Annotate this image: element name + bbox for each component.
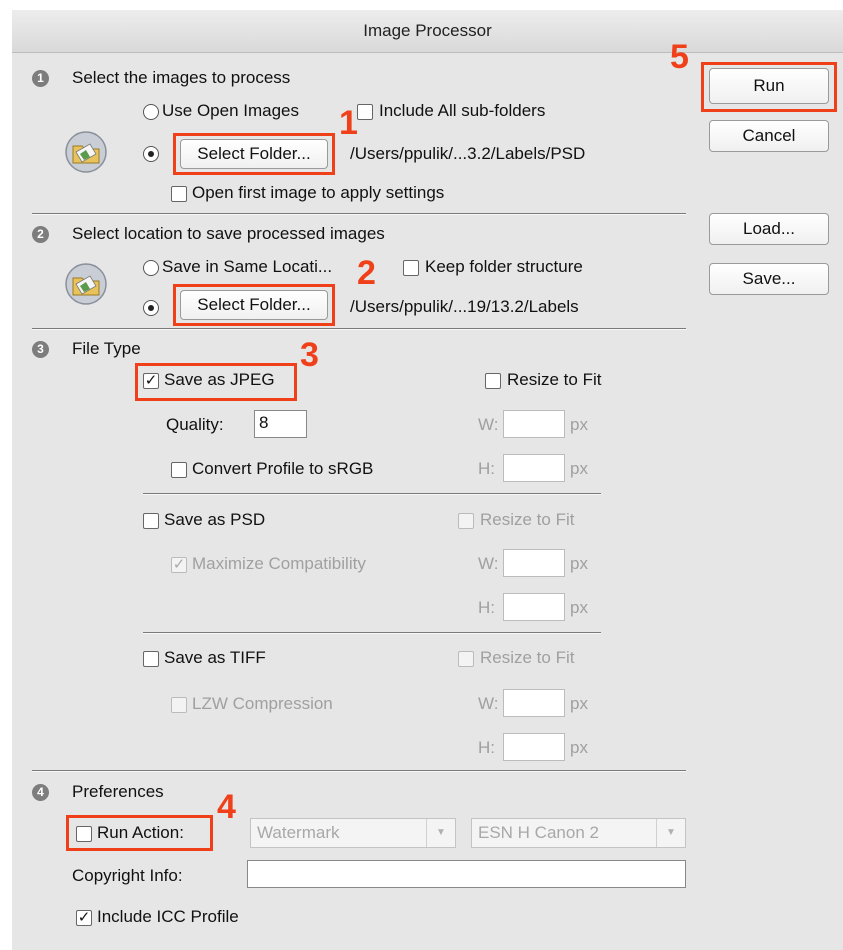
open-first-image-checkbox[interactable] — [171, 186, 187, 202]
lzw-compression-checkbox[interactable] — [171, 697, 187, 713]
jpeg-width-label: W: — [478, 415, 499, 434]
tiff-height-unit: px — [570, 738, 588, 757]
divider — [32, 328, 686, 330]
jpeg-resize-label: Resize to Fit — [507, 370, 602, 389]
include-icc-checkbox[interactable]: ✓ — [76, 910, 92, 926]
highlight-box-2 — [173, 284, 335, 326]
section-4-number: 4 — [32, 784, 49, 801]
dialog-title: Image Processor — [12, 10, 843, 53]
maximize-compatibility-label: Maximize Compatibility — [192, 554, 366, 573]
divider — [143, 632, 601, 634]
tiff-width-unit: px — [570, 694, 588, 713]
quality-input[interactable]: 8 — [254, 410, 307, 438]
include-subfolders-checkbox[interactable] — [357, 104, 373, 120]
psd-height-label: H: — [478, 598, 495, 617]
section-1-number: 1 — [32, 70, 49, 87]
save-same-location-label: Save in Same Locati... — [162, 257, 333, 276]
callout-4: 4 — [217, 788, 236, 826]
select-folder-destination-radio[interactable] — [143, 300, 159, 316]
save-as-tiff-label: Save as TIFF — [164, 648, 266, 667]
source-folder-path: /Users/ppulik/...3.2/Labels/PSD — [350, 144, 586, 163]
callout-5: 5 — [670, 38, 689, 76]
action-set-value: Watermark — [257, 823, 340, 842]
callout-2: 2 — [357, 254, 376, 292]
use-open-images-label: Use Open Images — [162, 101, 300, 120]
load-button[interactable]: Load... — [709, 213, 829, 245]
jpeg-width-input[interactable] — [503, 410, 565, 438]
highlight-box-3 — [135, 363, 297, 401]
save-as-tiff-checkbox[interactable] — [143, 651, 159, 667]
maximize-compatibility-checkbox[interactable]: ✓ — [171, 557, 187, 573]
keep-folder-structure-label: Keep folder structure — [425, 257, 583, 276]
jpeg-resize-checkbox[interactable] — [485, 373, 501, 389]
tiff-resize-label: Resize to Fit — [480, 648, 575, 667]
callout-1: 1 — [339, 104, 358, 142]
jpeg-height-input[interactable] — [503, 454, 565, 482]
psd-resize-label: Resize to Fit — [480, 510, 575, 529]
cancel-button[interactable]: Cancel — [709, 120, 829, 152]
chevron-down-icon: ▼ — [426, 819, 455, 847]
select-folder-source-radio[interactable] — [143, 146, 159, 162]
section-4-title: Preferences — [72, 782, 164, 801]
psd-width-label: W: — [478, 554, 499, 573]
action-value: ESN H Canon 2 — [478, 823, 599, 842]
save-as-psd-checkbox[interactable] — [143, 513, 159, 529]
tiff-height-input[interactable] — [503, 733, 565, 761]
convert-profile-label: Convert Profile to sRGB — [192, 459, 374, 478]
save-same-location-radio[interactable] — [143, 260, 159, 276]
include-subfolders-label: Include All sub-folders — [379, 101, 546, 120]
jpeg-height-label: H: — [478, 459, 495, 478]
save-button[interactable]: Save... — [709, 263, 829, 295]
highlight-box-5 — [701, 62, 837, 112]
lzw-compression-label: LZW Compression — [192, 694, 333, 713]
chevron-down-icon: ▼ — [656, 819, 685, 847]
psd-resize-checkbox[interactable] — [458, 513, 474, 529]
section-2-title: Select location to save processed images — [72, 224, 385, 243]
copyright-label: Copyright Info: — [72, 866, 183, 885]
psd-width-unit: px — [570, 554, 588, 573]
divider — [143, 493, 601, 495]
convert-profile-checkbox[interactable] — [171, 462, 187, 478]
psd-height-input[interactable] — [503, 593, 565, 621]
highlight-box-1 — [173, 133, 335, 175]
use-open-images-radio[interactable] — [143, 104, 159, 120]
section-1-title: Select the images to process — [72, 68, 291, 87]
action-dropdown[interactable]: ESN H Canon 2 ▼ — [471, 818, 686, 848]
destination-folder-path: /Users/ppulik/...19/13.2/Labels — [350, 297, 579, 316]
highlight-box-4 — [66, 815, 213, 851]
save-as-psd-label: Save as PSD — [164, 510, 266, 529]
tiff-width-input[interactable] — [503, 689, 565, 717]
tiff-height-label: H: — [478, 738, 495, 757]
psd-width-input[interactable] — [503, 549, 565, 577]
quality-label: Quality: — [166, 415, 224, 434]
section-3-number: 3 — [32, 341, 49, 358]
callout-3: 3 — [300, 336, 319, 374]
include-icc-label: Include ICC Profile — [97, 907, 239, 926]
jpeg-height-unit: px — [570, 459, 588, 478]
jpeg-width-unit: px — [570, 415, 588, 434]
divider — [32, 770, 686, 772]
copyright-input[interactable] — [247, 860, 686, 888]
action-set-dropdown[interactable]: Watermark ▼ — [250, 818, 456, 848]
section-2-number: 2 — [32, 226, 49, 243]
section-3-title: File Type — [72, 339, 141, 358]
tiff-width-label: W: — [478, 694, 499, 713]
keep-folder-structure-checkbox[interactable] — [403, 260, 419, 276]
psd-height-unit: px — [570, 598, 588, 617]
folder-icon — [65, 263, 107, 305]
tiff-resize-checkbox[interactable] — [458, 651, 474, 667]
open-first-image-label: Open first image to apply settings — [192, 183, 445, 202]
divider — [32, 213, 686, 215]
folder-icon — [65, 131, 107, 173]
